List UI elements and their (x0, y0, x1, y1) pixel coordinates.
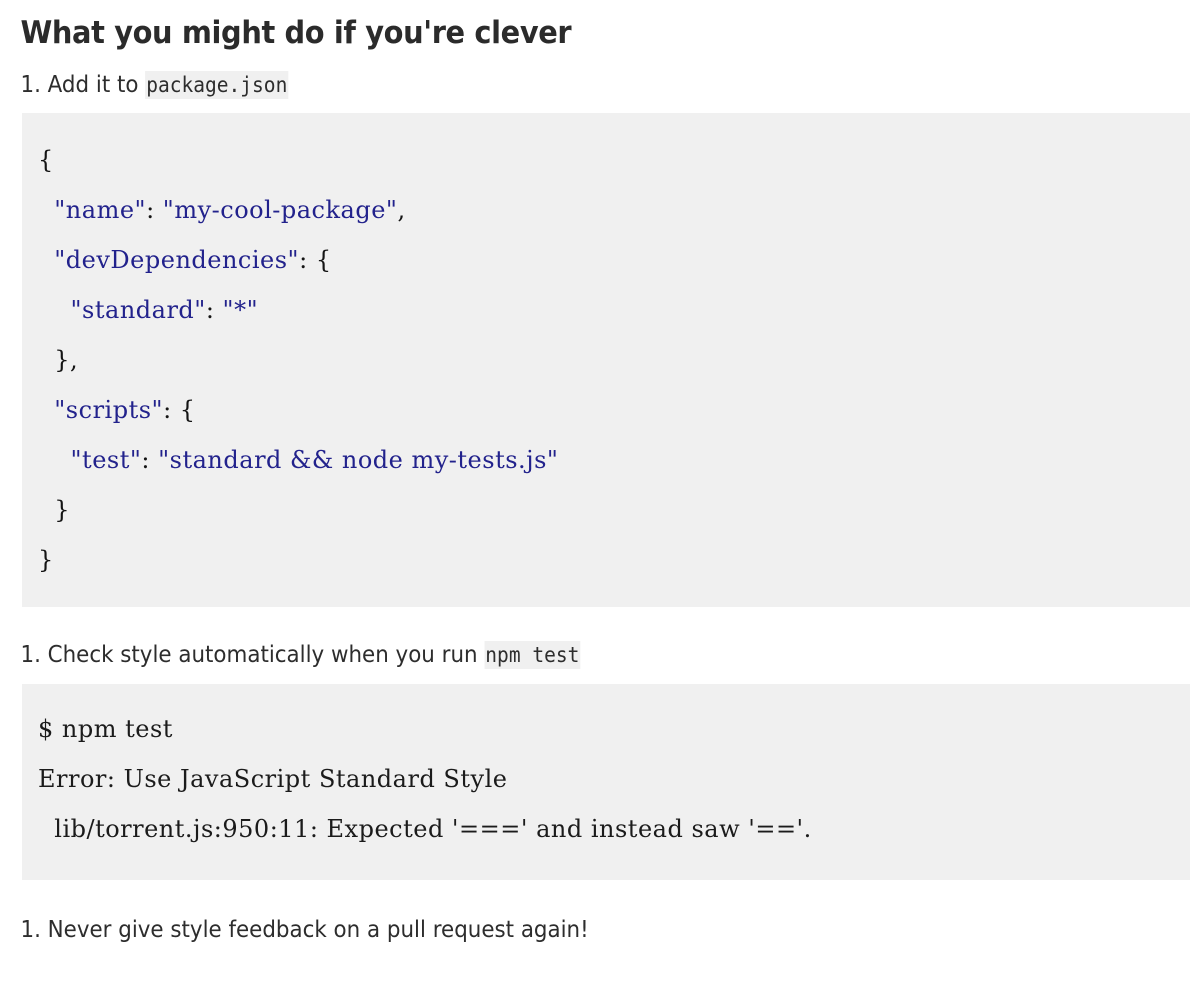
code-block-npm-test-output-pre: $ npm test Error: Use JavaScript Standard… (22, 704, 1190, 854)
code-block-package-json: { "name": "my-cool-package", "devDepende… (22, 113, 1190, 608)
code-line: Error: Use JavaScript Standard Style (38, 754, 1190, 804)
code-token-punc: : { (163, 396, 196, 425)
code-token-str: "scripts" (54, 396, 164, 425)
code-token-str: "test" (70, 446, 142, 475)
list-item: 1. Check style automatically when you ru… (0, 638, 1107, 673)
code-token-punc: }, (54, 346, 79, 375)
code-token-str: "standard && node my-tests.js" (158, 446, 559, 475)
code-line: "standard": "*" (38, 285, 1190, 335)
code-token-punc: : (141, 446, 159, 475)
code-token-punc: : { (299, 246, 332, 275)
code-token-str: "devDependencies" (54, 246, 300, 275)
list-marker: 1. (20, 71, 41, 98)
code-block-npm-test-output: $ npm test Error: Use JavaScript Standard… (22, 683, 1190, 880)
code-line: $ npm test (38, 704, 1190, 754)
code-token-str: "name" (54, 196, 147, 225)
page-title: What you might do if you're clever (20, 15, 572, 51)
code-line: "test": "standard && node my-tests.js" (38, 435, 1190, 485)
code-token-str: "standard" (70, 296, 206, 325)
code-token-plain: Error: Use JavaScript Standard Style (38, 764, 508, 793)
code-line: } (38, 535, 1190, 585)
document-page: What you might do if you're clever 1. Ad… (0, 0, 1190, 947)
list-marker: 1. (20, 916, 41, 943)
code-line: }, (38, 335, 1190, 385)
code-line: } (38, 485, 1190, 535)
step-list-3: 1. Never give style feedback on a pull r… (0, 913, 1190, 948)
inline-code-package-json: package.json (145, 70, 289, 99)
list-item-text: Never give style feedback on a pull requ… (40, 916, 589, 943)
list-item-text: Check style automatically when you run (40, 642, 485, 669)
code-block-package-json-pre: { "name": "my-cool-package", "devDepende… (22, 135, 1190, 585)
inline-code-npm-test: npm test (484, 641, 581, 670)
list-item: 1. Add it to package.json (0, 68, 1107, 103)
step-list-2: 1. Check style automatically when you ru… (0, 638, 1190, 673)
code-token-str: "*" (222, 296, 259, 325)
step-list-1: 1. Add it to package.json (0, 68, 1190, 103)
code-token-punc: { (38, 146, 54, 175)
code-token-punc: } (38, 546, 54, 575)
code-token-punc: : (205, 296, 223, 325)
code-token-punc: , (397, 196, 406, 225)
code-line: { (38, 135, 1190, 185)
code-token-str: "my-cool-package" (162, 196, 398, 225)
code-token-plain: $ npm test (38, 714, 173, 743)
code-line: "scripts": { (38, 385, 1190, 435)
code-line: "devDependencies": { (38, 235, 1190, 285)
code-token-plain: lib/torrent.js:950:11: Expected '===' an… (54, 814, 812, 843)
code-line: lib/torrent.js:950:11: Expected '===' an… (38, 804, 1190, 854)
list-marker: 1. (20, 642, 41, 669)
list-item-text: Add it to (40, 71, 146, 98)
code-token-punc: : (146, 196, 163, 225)
list-item: 1. Never give style feedback on a pull r… (0, 913, 1107, 948)
code-line: "name": "my-cool-package", (38, 185, 1190, 235)
code-token-punc: } (54, 496, 71, 525)
